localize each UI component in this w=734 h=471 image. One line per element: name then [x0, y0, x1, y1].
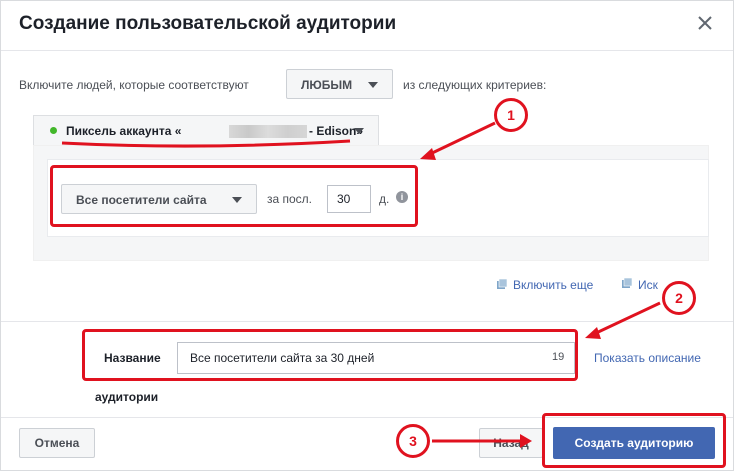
- criteria-intro-text: Включите людей, которые соответствуют: [19, 78, 249, 92]
- pixel-source-dropdown[interactable]: Пиксель аккаунта « - Edison»: [33, 115, 379, 145]
- period-label: за посл.: [267, 192, 313, 206]
- annotation-badge-1: 1: [494, 98, 528, 132]
- pixel-status-dot: [50, 127, 57, 134]
- exclude-link[interactable]: Иск: [638, 278, 658, 292]
- retention-days-input[interactable]: [327, 185, 371, 213]
- info-icon[interactable]: i: [396, 191, 408, 203]
- event-type-value: Все посетители сайта: [76, 193, 207, 207]
- section-divider: [1, 321, 733, 322]
- char-counter: 19: [552, 351, 565, 363]
- back-button[interactable]: Назад: [479, 428, 543, 458]
- dialog-title: Создание пользовательской аудитории: [19, 13, 397, 34]
- pixel-label-prefix: Пиксель аккаунта «: [66, 124, 182, 138]
- redacted-pixel-name: [229, 125, 307, 138]
- dialog-header: Создание пользовательской аудитории: [1, 1, 733, 51]
- criteria-intro-suffix: из следующих критериев:: [403, 78, 547, 92]
- cancel-button[interactable]: Отмена: [19, 428, 95, 458]
- days-unit-label: д.: [379, 192, 390, 206]
- close-icon[interactable]: [693, 11, 717, 35]
- annotation-badge-2: 2: [662, 281, 696, 315]
- caret-down-icon: [232, 197, 242, 203]
- audience-name-label: Название: [104, 351, 161, 365]
- caret-down-icon: [368, 82, 378, 88]
- footer-divider: [1, 417, 733, 418]
- audience-name-input[interactable]: [177, 342, 575, 374]
- match-type-dropdown[interactable]: ЛЮБЫМ: [286, 69, 393, 99]
- event-type-dropdown[interactable]: Все посетители сайта: [61, 184, 257, 214]
- match-type-value: ЛЮБЫМ: [301, 78, 353, 92]
- audience-name-label-line2: аудитории: [95, 390, 159, 404]
- caret-down-icon: [354, 128, 364, 134]
- create-custom-audience-dialog: Создание пользовательской аудитории Вклю…: [0, 0, 734, 471]
- include-more-link[interactable]: Включить еще: [513, 278, 593, 292]
- include-icon: [497, 278, 508, 289]
- create-audience-button[interactable]: Создать аудиторию: [553, 427, 715, 459]
- exclude-icon: [622, 277, 633, 288]
- annotation-badge-3: 3: [396, 424, 430, 458]
- show-description-link[interactable]: Показать описание: [594, 351, 701, 365]
